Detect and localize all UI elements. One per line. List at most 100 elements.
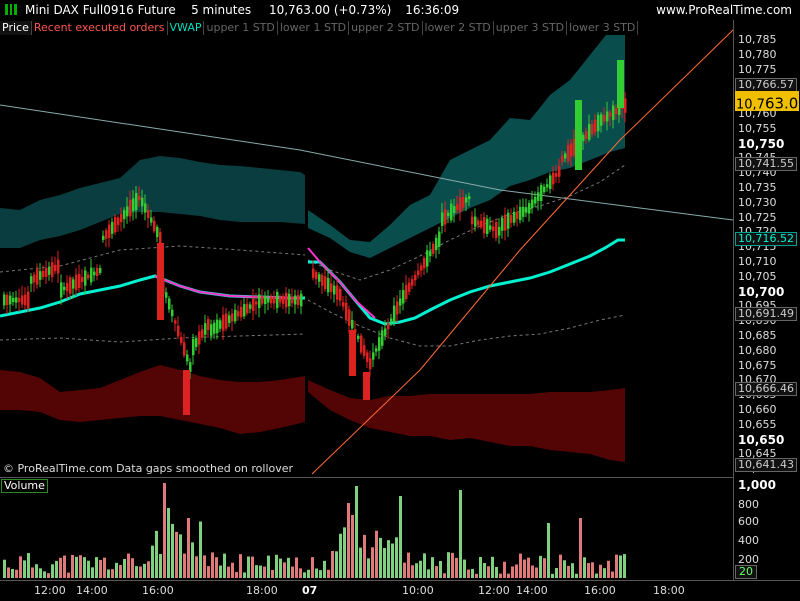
candle-body	[492, 226, 495, 232]
legend-lower1[interactable]: lower 1 STD	[278, 21, 350, 35]
candle-body	[57, 259, 60, 274]
legend-upper3[interactable]: upper 3 STD	[494, 21, 568, 35]
candle-body	[312, 268, 315, 278]
volume-bar	[11, 568, 14, 578]
volume-bar	[239, 554, 242, 578]
candle-body	[258, 294, 261, 308]
volume-bar	[271, 569, 274, 578]
price-chart-pane[interactable]	[0, 20, 733, 477]
candle-body	[63, 286, 66, 291]
volume-bar	[35, 564, 38, 578]
candle-body	[456, 204, 459, 211]
brand-link[interactable]: www.ProRealTime.com	[656, 3, 792, 17]
candle-body	[615, 107, 618, 115]
volume-label[interactable]: Volume	[1, 479, 48, 493]
volume-bar	[251, 556, 254, 578]
volume-bar	[583, 557, 586, 578]
volume-bar	[319, 570, 322, 578]
legend-upper2[interactable]: upper 2 STD	[349, 21, 423, 35]
candle-body	[120, 213, 123, 223]
candle-body	[474, 216, 477, 227]
volume-bar	[295, 557, 298, 578]
candle-body-large	[575, 100, 582, 170]
lower-band-session-2	[308, 380, 625, 462]
candle-body	[369, 358, 372, 370]
time-axis[interactable]: 12:00 14:00 16:00 18:00 07 10:00 12:00 14:00 16:…	[0, 580, 800, 601]
candle-body	[426, 250, 429, 267]
volume-bar	[403, 562, 406, 578]
volume-pane[interactable]	[0, 478, 733, 580]
candle-body	[438, 231, 441, 247]
legend-upper1[interactable]: upper 1 STD	[204, 21, 278, 35]
price-axis[interactable]: 10,78510,78010,77510,77010,76510,76010,7…	[733, 20, 800, 580]
volume-bar	[463, 559, 466, 578]
candle-body	[507, 212, 510, 229]
volume-bar	[511, 566, 514, 578]
candle-body	[321, 275, 324, 286]
current-price-marker: 10,763.00	[735, 91, 800, 112]
volume-bar	[423, 553, 426, 578]
volume-bar	[247, 556, 250, 578]
volume-bar	[235, 572, 238, 578]
candle-body	[297, 295, 300, 305]
candle-body	[375, 348, 378, 352]
candle-body	[132, 198, 135, 212]
volume-bar	[147, 561, 150, 578]
candle-body	[489, 225, 492, 230]
price-chart-canvas[interactable]	[0, 20, 733, 477]
candle-body	[90, 267, 93, 283]
interval-label[interactable]: 5 minutes	[191, 3, 251, 17]
price-tick-label: 10,675	[738, 358, 777, 372]
candle-body	[423, 258, 426, 269]
volume-bar	[111, 569, 114, 578]
lower2-std-tag: 10,666.46	[735, 382, 797, 396]
candle-body	[531, 199, 534, 209]
legend-recent-orders[interactable]: Recent executed orders	[32, 21, 168, 35]
volume-bar	[351, 515, 354, 578]
candle-body	[111, 221, 114, 234]
volume-tag: 20	[735, 565, 757, 579]
volume-bar	[207, 566, 210, 578]
legend-lower3[interactable]: lower 3 STD	[567, 21, 639, 35]
candle-body	[510, 215, 513, 223]
volume-bar	[399, 496, 402, 578]
legend-lower2[interactable]: lower 2 STD	[423, 21, 494, 35]
volume-bar	[571, 563, 574, 578]
legend-vwap[interactable]: VWAP	[168, 21, 205, 35]
volume-chart-canvas[interactable]	[0, 478, 733, 580]
volume-bar	[371, 547, 374, 578]
candle-body	[171, 309, 174, 317]
volume-bar	[159, 553, 162, 578]
volume-bar	[547, 523, 550, 578]
candle-body	[441, 212, 444, 226]
candle-body	[138, 196, 141, 201]
candle-body	[351, 319, 354, 329]
volume-bar	[615, 554, 618, 578]
volume-bar	[195, 556, 198, 578]
volume-bar	[467, 569, 470, 578]
candle-body-large	[157, 243, 164, 320]
candle-body	[81, 276, 84, 283]
candle-body	[558, 166, 561, 177]
candle-body	[195, 338, 198, 347]
candle-body	[150, 217, 153, 223]
candle-body	[219, 320, 222, 329]
candle-body	[564, 153, 567, 159]
candle-body	[12, 297, 15, 303]
volume-bar	[611, 571, 614, 578]
volume-bar	[139, 566, 142, 578]
volume-bar	[591, 562, 594, 578]
volume-bar	[255, 565, 258, 578]
volume-bar	[103, 557, 106, 578]
volume-bar	[491, 556, 494, 578]
candle-body	[522, 206, 525, 217]
price-tick-label: 10,775	[738, 62, 777, 76]
candle-body	[246, 303, 249, 314]
volume-bar	[183, 553, 186, 578]
candle-body	[117, 217, 120, 225]
legend-price[interactable]: Price	[0, 21, 32, 35]
volume-bar	[367, 558, 370, 578]
candle-body	[9, 295, 12, 305]
volume-bar	[359, 547, 362, 578]
price-tick-label: 10,785	[738, 33, 777, 46]
